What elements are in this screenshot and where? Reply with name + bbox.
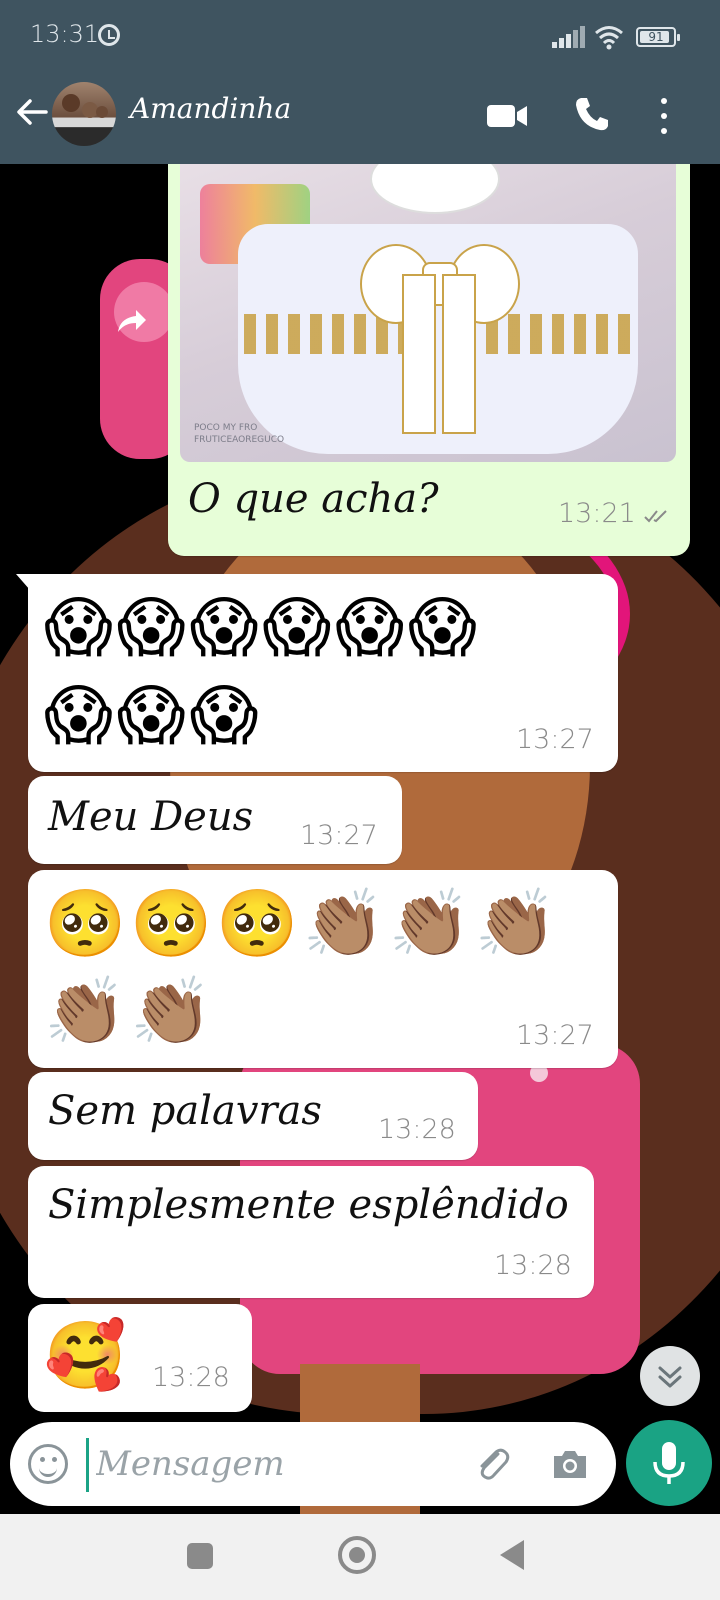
battery-level: 91 [648, 30, 664, 44]
status-bar: 13:31 91 [0, 0, 720, 70]
message-time: 13:28 [378, 1114, 456, 1145]
message-photo[interactable]: POCO MY FRO FRUTICEAOREGUCO [180, 164, 676, 462]
message-bubble-incoming[interactable]: Meu Deus 13:27 [28, 776, 402, 864]
message-bubble-incoming[interactable]: 😱😱😱😱😱😱 😱😱😱 13:27 [28, 574, 618, 772]
message-bubble-incoming[interactable]: 🥰 13:28 [28, 1304, 252, 1412]
double-check-icon [644, 510, 667, 523]
back-arrow-icon[interactable] [12, 92, 52, 132]
back-icon[interactable] [500, 1540, 524, 1570]
emoji-line: 🥺🥺🥺👏🏽👏🏽👏🏽 [44, 885, 562, 962]
message-time: 13:28 [494, 1250, 572, 1281]
paperclip-icon[interactable] [472, 1444, 512, 1484]
message-text: Meu Deus [48, 794, 254, 840]
emoji-line: 😱😱😱 [44, 677, 263, 754]
message-bubble-incoming[interactable]: 🥺🥺🥺👏🏽👏🏽👏🏽 👏🏽👏🏽 13:27 [28, 870, 618, 1068]
message-caption: O que acha? [188, 476, 439, 522]
photo-watermark: POCO MY FRO FRUTICEAOREGUCO [194, 423, 285, 445]
scroll-to-bottom-button[interactable] [640, 1346, 700, 1406]
message-time: 13:27 [516, 1020, 594, 1051]
message-time: 13:27 [300, 820, 378, 851]
forward-icon[interactable] [110, 302, 150, 342]
system-nav-bar [0, 1514, 720, 1600]
message-bubble-outgoing[interactable]: POCO MY FRO FRUTICEAOREGUCO O que acha? … [168, 164, 690, 556]
signal-icon [552, 26, 586, 48]
message-time: 13:27 [516, 724, 594, 755]
message-bubble-incoming[interactable]: Sem palavras 13:28 [28, 1072, 478, 1160]
video-call-icon[interactable] [486, 100, 528, 132]
double-chevron-down-icon [658, 1366, 682, 1388]
message-text: Sem palavras [48, 1088, 322, 1134]
wifi-icon [595, 26, 623, 50]
alarm-icon [98, 24, 120, 46]
phone-icon[interactable] [572, 94, 612, 134]
home-icon[interactable] [338, 1536, 376, 1574]
microphone-button[interactable] [626, 1420, 712, 1506]
more-vert-icon[interactable] [652, 94, 676, 138]
status-time: 13:31 [30, 20, 100, 48]
emoji-line: 👏🏽👏🏽 [44, 973, 217, 1050]
message-input[interactable] [96, 1436, 456, 1492]
camera-icon[interactable] [550, 1446, 590, 1482]
message-composer [10, 1422, 616, 1506]
contact-avatar[interactable] [52, 82, 116, 146]
emoji-icon[interactable] [28, 1444, 68, 1484]
contact-name[interactable]: Amandinha [130, 92, 291, 125]
message-time: 13:21 [558, 498, 636, 529]
message-text: Simplesmente esplêndido [48, 1182, 569, 1228]
emoji-line: 🥰 [44, 1317, 131, 1394]
microphone-icon [653, 1442, 685, 1484]
chat-header: Amandinha [0, 70, 720, 164]
emoji-line: 😱😱😱😱😱😱 [44, 589, 481, 666]
recents-icon[interactable] [187, 1543, 213, 1569]
message-bubble-incoming[interactable]: Simplesmente esplêndido 13:28 [28, 1166, 594, 1298]
battery-icon: 91 [636, 27, 680, 47]
bubble-tail [16, 574, 30, 590]
message-time: 13:28 [152, 1362, 230, 1393]
text-caret [86, 1438, 89, 1492]
